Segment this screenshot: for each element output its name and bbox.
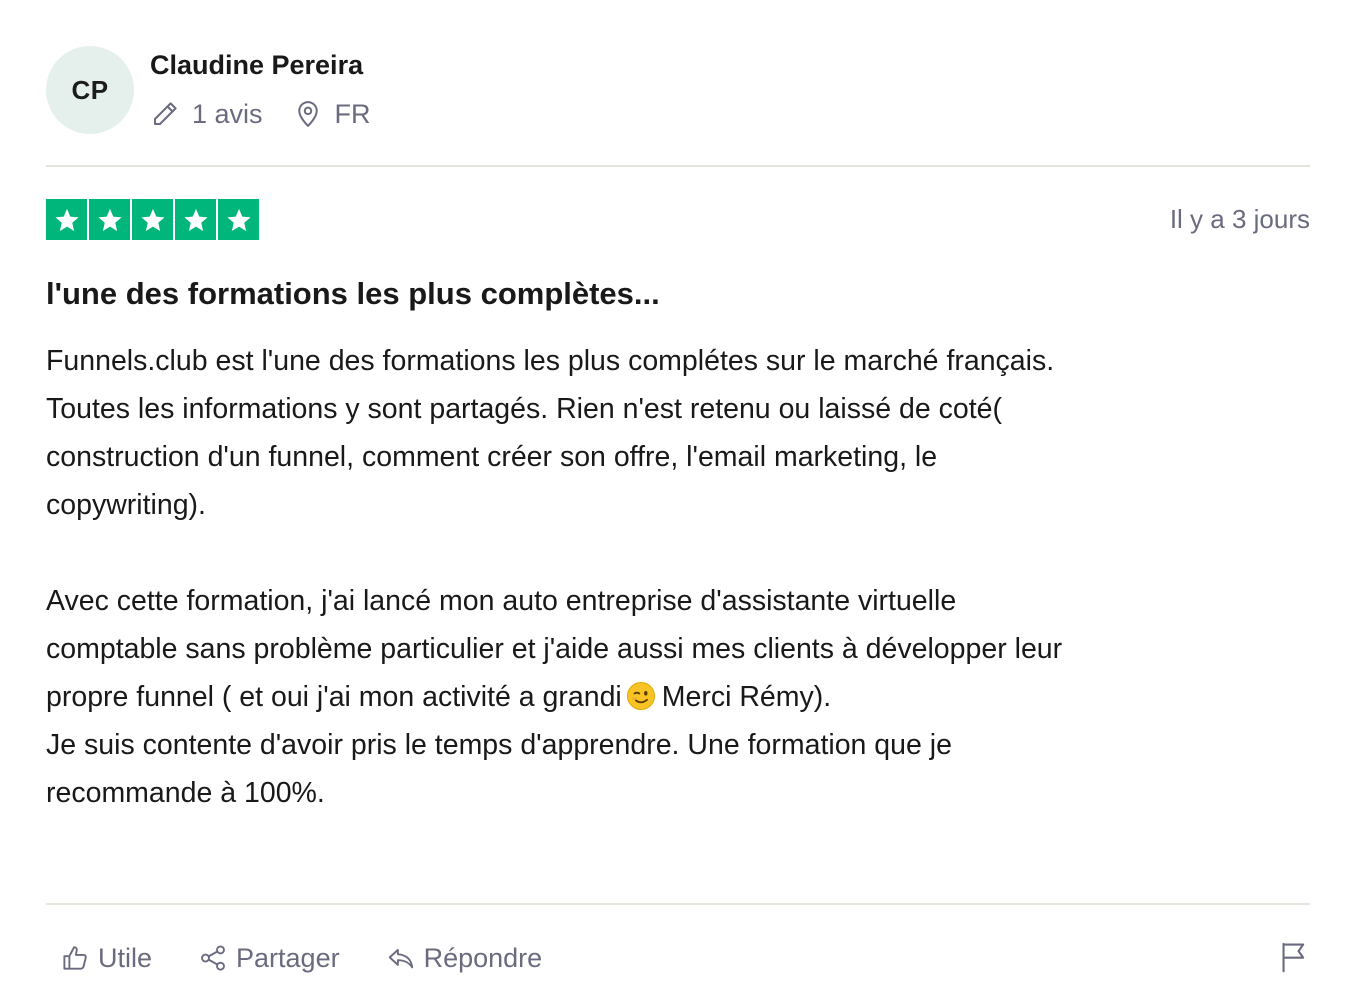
reply-button[interactable]: Répondre — [386, 942, 543, 974]
star-icon — [132, 199, 173, 240]
reply-label: Répondre — [423, 942, 543, 973]
useful-label: Utile — [98, 942, 153, 973]
review-actions: Utile Partager Répondre — [60, 936, 542, 980]
header-divider — [46, 165, 1310, 167]
country-code: FR — [334, 98, 371, 129]
review-text-line: Toutes les informations y sont partagés.… — [46, 393, 1002, 425]
winking-face-emoji — [626, 678, 656, 710]
review-title[interactable]: l'une des formations les plus complètes.… — [46, 276, 660, 312]
reviewer-country: FR — [293, 99, 371, 130]
review-text-line: Funnels.club est l'une des formations le… — [46, 345, 1055, 377]
star-icon — [218, 199, 259, 240]
avatar[interactable]: CP — [46, 46, 134, 134]
footer-divider — [46, 903, 1310, 905]
reply-icon — [386, 943, 424, 973]
review-text-line: Avec cette formation, j'ai lancé mon aut… — [46, 585, 957, 617]
share-label: Partager — [236, 942, 340, 973]
review-count: 1 avis — [150, 99, 263, 130]
pencil-icon — [150, 99, 180, 129]
star-icon — [89, 199, 130, 240]
useful-button[interactable]: Utile — [60, 943, 152, 974]
thumbs-up-icon — [60, 943, 98, 973]
review-count-text: 1 avis — [192, 98, 263, 129]
review-text-line: construction d'un funnel, comment créer … — [46, 441, 938, 473]
star-rating — [46, 199, 261, 240]
review-text-segment: Merci Rémy). — [661, 681, 832, 713]
location-pin-icon — [293, 99, 323, 129]
reviewer-meta: 1 avis FR — [150, 96, 371, 132]
review-text-line: propre funnel ( et oui j'ai mon activité… — [46, 673, 1310, 721]
star-icon — [46, 199, 87, 240]
review-date: Il y a 3 jours — [1169, 204, 1310, 234]
review-text-line: copywriting). — [46, 489, 206, 521]
star-icon — [175, 199, 216, 240]
review-card: CP Claudine Pereira 1 avis FR Il y a 3 j… — [46, 0, 1310, 1004]
share-icon — [198, 943, 236, 973]
review-body: Funnels.club est l'une des formations le… — [46, 337, 1310, 817]
review-text-line: Je suis contente d'avoir pris le temps d… — [46, 729, 952, 761]
share-button[interactable]: Partager — [198, 943, 340, 974]
flag-icon — [1278, 942, 1310, 978]
review-text-segment: propre funnel ( et oui j'ai mon activité… — [46, 681, 622, 713]
report-button[interactable] — [1278, 940, 1310, 979]
review-text-line: comptable sans problème particulier et j… — [46, 633, 1063, 665]
reviewer-name[interactable]: Claudine Pereira — [150, 50, 363, 81]
review-text-line: recommande à 100%. — [46, 777, 325, 809]
